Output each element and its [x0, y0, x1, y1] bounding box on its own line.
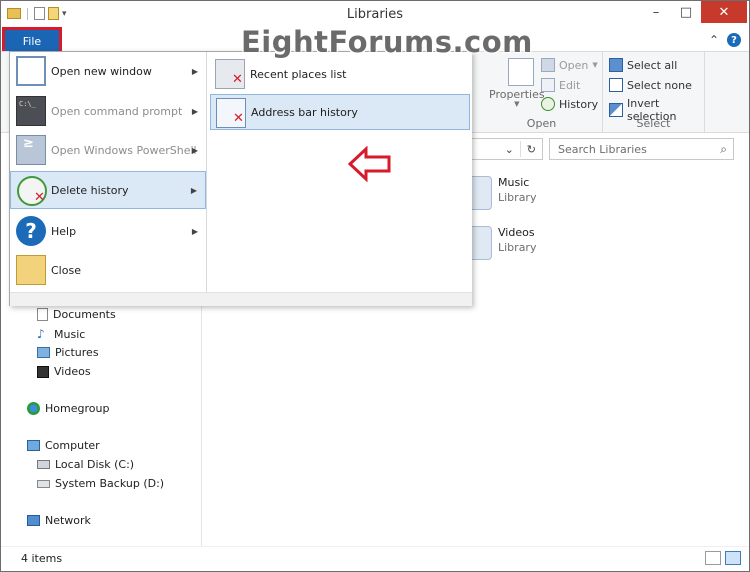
ribbon-help-area: ⌃ ? [709, 33, 741, 47]
view-buttons [705, 551, 741, 565]
library-item-videos[interactable]: Videos Library [464, 226, 536, 260]
close-button[interactable]: ✕ [701, 1, 747, 23]
network-icon [27, 515, 40, 526]
status-bar: 4 items [1, 546, 749, 571]
expand-ribbon-icon[interactable]: ⌃ [709, 33, 719, 47]
library-item-music[interactable]: Music Library [464, 176, 536, 210]
submenu-arrow-icon: ▶ [191, 226, 198, 236]
ribbon-group-select-label: Select [636, 117, 671, 130]
ribbon-group-open: Properties ▼ Open ▼ Edit History Open [481, 52, 603, 132]
search-placeholder: Search Libraries [558, 142, 647, 156]
help-icon: ? [16, 216, 46, 246]
new-window-icon [16, 56, 46, 86]
select-none-button[interactable]: Select none [609, 78, 692, 92]
edit-icon [541, 78, 555, 92]
watermark-text: EightForums.com [241, 25, 533, 59]
window-controls: – □ ✕ [641, 1, 747, 23]
submenu-arrow-icon: ▶ [191, 106, 198, 116]
maximize-button[interactable]: □ [671, 1, 701, 23]
homegroup-icon [27, 402, 40, 415]
delete-history-submenu: ✕ Recent places list ✕ Address bar histo… [206, 52, 472, 292]
command-prompt-icon: C:\_ [16, 96, 46, 126]
delete-x-icon: ✕ [34, 190, 45, 205]
nav-item-computer[interactable]: Computer [27, 439, 100, 452]
music-icon: ♪ [37, 327, 45, 341]
nav-item-system-backup[interactable]: System Backup (D:) [37, 477, 164, 490]
nav-item-local-disk[interactable]: Local Disk (C:) [37, 458, 134, 471]
menu-help[interactable]: ? Help ▶ [10, 212, 206, 250]
file-menu: Open new window ▶ C:\_ Open command prom… [9, 51, 472, 306]
search-icon[interactable]: ⌕ [720, 142, 727, 157]
menu-open-new-window[interactable]: Open new window ▶ [10, 52, 206, 90]
annotation-arrow [348, 146, 391, 182]
nav-item-documents[interactable]: Documents [37, 308, 116, 321]
drive-icon [37, 479, 50, 488]
history-button[interactable]: History [541, 97, 598, 111]
minimize-button[interactable]: – [641, 1, 671, 23]
drive-icon [37, 460, 50, 469]
properties-button[interactable]: Properties ▼ [489, 58, 545, 108]
submenu-arrow-icon: ▶ [190, 185, 197, 195]
nav-item-homegroup[interactable]: Homegroup [27, 402, 109, 415]
file-menu-footer [10, 292, 472, 306]
pictures-icon [37, 347, 50, 358]
window-title: Libraries [346, 7, 404, 22]
submenu-arrow-icon: ▶ [191, 145, 198, 155]
menu-delete-history[interactable]: ✕ Delete history ▶ [10, 171, 206, 209]
file-menu-commands: Open new window ▶ C:\_ Open command prom… [10, 52, 206, 292]
powershell-icon: ≥ [16, 135, 46, 165]
explorer-window: ▾ Libraries – □ ✕ File ⌃ ? Properties ▼ … [0, 0, 750, 572]
address-dropdown-icon[interactable]: ⌄ [505, 143, 514, 156]
navigation-pane: Documents ♪ Music Pictures Videos Homegr… [1, 301, 201, 546]
separator [519, 141, 521, 157]
delete-x-icon: ✕ [233, 111, 244, 126]
open-button[interactable]: Open ▼ [541, 58, 598, 72]
computer-icon [27, 440, 40, 451]
ribbon-group-open-label: Open [526, 117, 557, 130]
edit-button[interactable]: Edit [541, 78, 580, 92]
nav-item-network[interactable]: Network [27, 514, 91, 527]
select-all-button[interactable]: Select all [609, 58, 677, 72]
submenu-address-bar-history[interactable]: ✕ Address bar history [210, 94, 470, 130]
select-all-icon [609, 58, 623, 72]
item-count: 4 items [21, 552, 63, 565]
details-view-icon[interactable] [705, 551, 721, 565]
invert-selection-icon [609, 103, 623, 117]
nav-item-pictures[interactable]: Pictures [37, 346, 99, 359]
chevron-down-icon: ▼ [514, 100, 520, 108]
menu-close[interactable]: Close [10, 251, 206, 289]
open-icon [541, 58, 555, 72]
nav-item-videos[interactable]: Videos [37, 365, 91, 378]
close-folder-icon [16, 255, 46, 285]
help-icon[interactable]: ? [727, 33, 741, 47]
videos-icon [37, 365, 49, 378]
menu-open-powershell[interactable]: ≥ Open Windows PowerShell ▶ [10, 131, 206, 169]
large-icons-view-icon[interactable] [725, 551, 741, 565]
documents-icon [37, 308, 48, 321]
submenu-recent-places[interactable]: ✕ Recent places list [210, 56, 470, 92]
submenu-arrow-icon: ▶ [191, 66, 198, 76]
refresh-icon[interactable]: ↻ [527, 143, 536, 156]
chevron-down-icon: ▼ [592, 61, 598, 69]
search-input[interactable]: Search Libraries ⌕ [549, 138, 734, 160]
history-icon [541, 97, 555, 111]
nav-item-music[interactable]: ♪ Music [37, 327, 85, 341]
address-bar-end[interactable]: ⌄ ↻ [467, 138, 543, 160]
ribbon-group-select: Select all Select none Invert selection … [603, 52, 705, 132]
select-none-icon [609, 78, 623, 92]
menu-open-command-prompt[interactable]: C:\_ Open command prompt ▶ [10, 92, 206, 130]
delete-x-icon: ✕ [232, 72, 243, 87]
properties-large-icon [508, 58, 535, 86]
